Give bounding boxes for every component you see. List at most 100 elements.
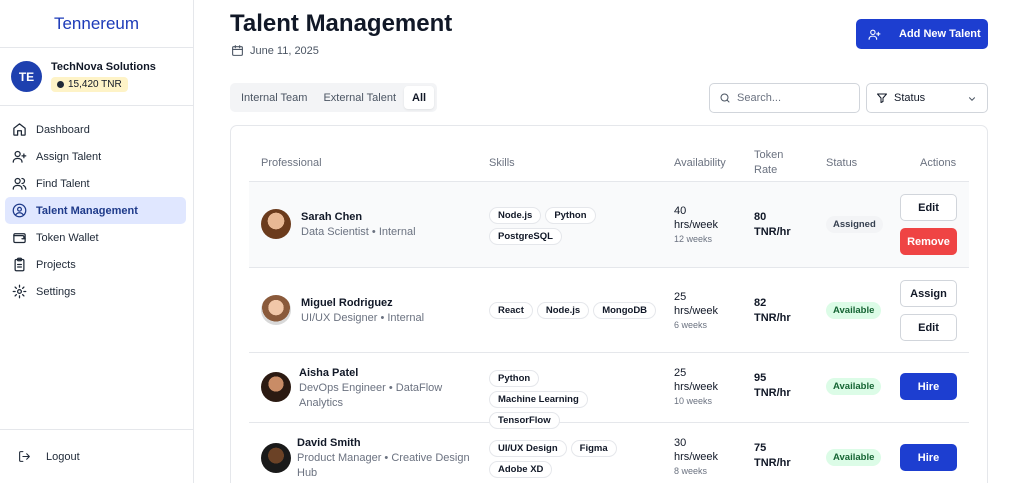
rate-unit: TNR/hr: [754, 387, 791, 399]
sidebar-item-label: Assign Talent: [36, 150, 102, 163]
add-new-talent-label: Add New Talent: [899, 28, 981, 40]
edit-button[interactable]: Edit: [900, 314, 957, 341]
table-row: Aisha Patel DevOps Engineer • DataFlow A…: [249, 353, 969, 429]
avatar: [261, 372, 291, 402]
add-new-talent-button[interactable]: Add New Talent: [856, 19, 988, 49]
user-circle-icon: [12, 203, 27, 218]
skill-chip: UI/UX Design: [489, 440, 567, 457]
date-display: June 11, 2025: [231, 44, 319, 57]
professional-role: Data Scientist • Internal: [301, 226, 416, 238]
status-badge: Available: [826, 302, 882, 319]
remove-button[interactable]: Remove: [900, 228, 957, 255]
professional-role: Product Manager • Creative Design Hub: [297, 451, 470, 481]
token-balance-badge: 15,420 TNR: [51, 76, 128, 92]
talent-table-card: Professional Skills Availability Token R…: [230, 125, 988, 483]
professional-role: UI/UX Designer • Internal: [301, 312, 425, 324]
sidebar-item-token-wallet[interactable]: Token Wallet: [5, 224, 186, 251]
calendar-icon: [232, 45, 243, 56]
rate-value: 75: [754, 442, 767, 454]
filter-icon: [877, 93, 887, 103]
sidebar-item-settings[interactable]: Settings: [5, 278, 186, 305]
sidebar-item-dashboard[interactable]: Dashboard: [5, 116, 186, 143]
rate-unit: TNR/hr: [754, 312, 791, 324]
user-plus-icon: [868, 29, 881, 40]
org-avatar: TE: [11, 61, 42, 92]
tab-internal-team[interactable]: Internal Team: [233, 86, 315, 109]
skills-list: React Node.js MongoDB: [489, 302, 659, 319]
edit-button[interactable]: Edit: [900, 194, 957, 221]
main-content: Talent Management June 11, 2025 Add New …: [194, 0, 1024, 483]
status-filter-dropdown[interactable]: Status: [866, 83, 988, 113]
hours: 25: [674, 291, 687, 303]
sidebar-item-find-talent[interactable]: Find Talent: [5, 170, 186, 197]
skill-chip: Adobe XD: [489, 461, 553, 478]
chevron-down-icon: [968, 97, 976, 101]
skill-chip: Machine Learning: [489, 391, 588, 408]
avatar: [261, 209, 291, 239]
hours-unit: hrs/week: [674, 219, 719, 231]
status-badge: Assigned: [826, 216, 883, 233]
sidebar-item-label: Settings: [36, 285, 76, 298]
rate-unit: TNR/hr: [754, 457, 791, 469]
tab-all[interactable]: All: [404, 86, 435, 109]
column-header-skills: Skills: [489, 157, 515, 169]
duration: 12 weeks: [674, 234, 713, 244]
status-filter-label: Status: [894, 92, 926, 104]
duration: 10 weeks: [674, 396, 713, 406]
talent-filter-tabs: Internal Team External Talent All: [230, 83, 438, 112]
sidebar-item-talent-management[interactable]: Talent Management: [5, 197, 186, 224]
skill-chip: Python: [545, 207, 596, 224]
rate-value: 80: [754, 211, 767, 223]
column-header-token-rate-line2: Rate: [754, 164, 778, 176]
token-rate: 82 TNR/hr: [754, 296, 791, 326]
page-title: Talent Management: [230, 10, 453, 37]
status-badge: Available: [826, 449, 882, 466]
skills-list: UI/UX Design Figma Adobe XD: [489, 440, 619, 478]
professional-role-line1: DevOps Engineer • DataFlow: [299, 382, 443, 394]
logout-button[interactable]: Logout: [0, 429, 193, 483]
professional-name: David Smith: [297, 437, 361, 449]
hire-button[interactable]: Hire: [900, 373, 957, 400]
availability: 30 hrs/week 8 weeks: [674, 436, 718, 478]
column-header-availability: Availability: [674, 157, 726, 169]
skill-chip: Figma: [570, 440, 617, 457]
availability: 25 hrs/week 6 weeks: [674, 290, 718, 332]
hours-unit: hrs/week: [674, 381, 719, 393]
hours-unit: hrs/week: [674, 305, 719, 317]
token-balance: 15,420 TNR: [68, 78, 122, 90]
availability: 40 hrs/week 12 weeks: [674, 204, 718, 246]
sidebar-nav: Dashboard Assign Talent Find Talent Tale…: [0, 106, 193, 305]
current-date: June 11, 2025: [250, 44, 319, 57]
sidebar: Tennereum TE TechNova Solutions 15,420 T…: [0, 0, 194, 483]
hire-button[interactable]: Hire: [900, 444, 957, 471]
sidebar-item-label: Talent Management: [36, 204, 138, 217]
table-row: David Smith Product Manager • Creative D…: [249, 423, 969, 483]
hours: 30: [674, 437, 687, 449]
gear-icon: [12, 284, 27, 299]
assign-button[interactable]: Assign: [900, 280, 957, 307]
user-plus-icon: [12, 150, 27, 163]
sidebar-item-projects[interactable]: Projects: [5, 251, 186, 278]
brand-logo[interactable]: Tennereum: [0, 0, 193, 48]
avatar: [261, 443, 291, 473]
sidebar-item-assign-talent[interactable]: Assign Talent: [5, 143, 186, 170]
logout-label: Logout: [46, 450, 80, 463]
table-row: Miguel Rodriguez UI/UX Designer • Intern…: [249, 268, 969, 353]
professional-role-line1: Product Manager • Creative Design: [297, 452, 470, 464]
table-row: Sarah Chen Data Scientist • Internal Nod…: [249, 182, 969, 268]
token-rate: 80 TNR/hr: [754, 210, 791, 240]
home-icon: [13, 123, 26, 136]
skill-chip: MongoDB: [593, 302, 657, 319]
column-header-professional: Professional: [261, 157, 322, 169]
hours: 40: [674, 205, 687, 217]
column-header-token-rate-line1: Token: [754, 149, 784, 161]
professional-name: Miguel Rodriguez: [301, 297, 393, 309]
duration: 6 weeks: [674, 320, 708, 330]
rate-value: 82: [754, 297, 767, 309]
search-input[interactable]: [737, 92, 847, 104]
skill-chip: PostgreSQL: [489, 228, 562, 245]
tab-external-talent[interactable]: External Talent: [315, 86, 404, 109]
skill-chip: Python: [489, 370, 540, 387]
sidebar-item-label: Projects: [36, 258, 76, 271]
wallet-icon: [13, 233, 26, 244]
